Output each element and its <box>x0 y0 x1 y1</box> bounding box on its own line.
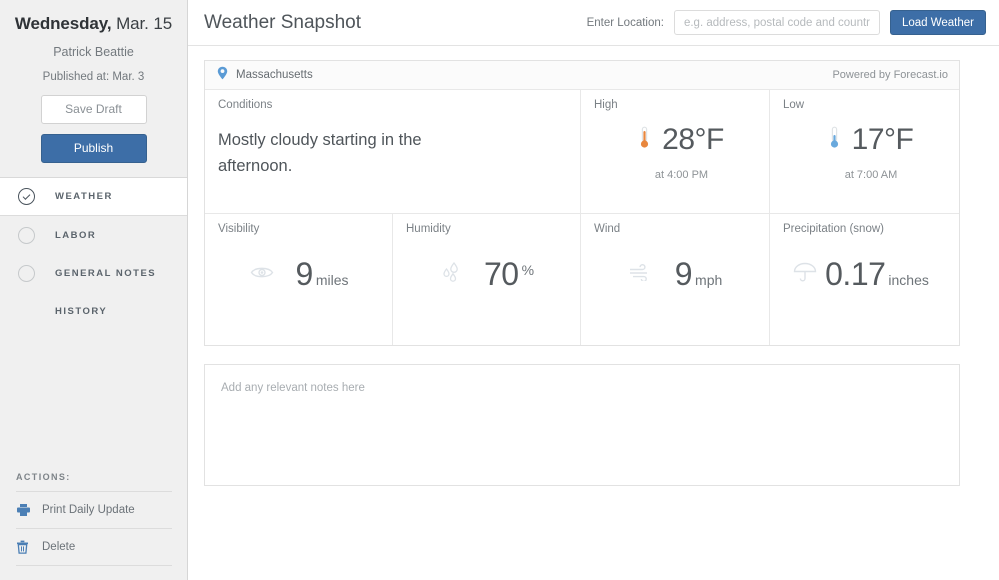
wind-label: Wind <box>594 223 621 235</box>
sidebar: Wednesday, Mar. 15 Patrick Beattie Publi… <box>0 0 188 580</box>
conditions-text: Mostly cloudy starting in the afternoon. <box>218 131 422 175</box>
wind-icon <box>629 263 653 286</box>
umbrella-icon <box>793 262 817 287</box>
sidebar-item-label: WEATHER <box>55 191 113 202</box>
wind-cell: Wind 9 mph <box>581 214 770 345</box>
document-date-weekday: Wednesday, <box>14 14 112 33</box>
wind-value: 9 <box>674 256 693 292</box>
document-published-at: Published at: Mar. 3 <box>42 71 145 83</box>
location-input[interactable] <box>673 10 880 35</box>
visibility-cell: Visibility 9 miles <box>205 214 393 345</box>
document-author: Patrick Beattie <box>53 45 134 59</box>
circle-icon <box>18 264 35 282</box>
high-temperature-cell: High 28°F at 4:00 PM <box>581 90 770 213</box>
droplets-icon <box>440 261 462 288</box>
main-content: Weather Snapshot Enter Location: Load We… <box>188 0 999 580</box>
sidebar-item-label: GENERAL NOTES <box>55 267 157 279</box>
conditions-cell: Conditions Mostly cloudy starting in the… <box>205 90 581 213</box>
sidebar-item-weather[interactable]: WEATHER <box>0 178 187 216</box>
print-daily-update-action[interactable]: Print Daily Update <box>16 492 172 529</box>
eye-icon <box>250 265 274 285</box>
sidebar-nav: WEATHER LABOR GENERAL NOTES HISTORY <box>0 178 187 330</box>
actions-title: ACTIONS: <box>16 472 172 492</box>
thermometer-hot-icon <box>639 126 650 155</box>
high-temperature-time: at 4:00 PM <box>654 169 709 181</box>
visibility-label: Visibility <box>218 223 260 235</box>
app-root: Wednesday, Mar. 15 Patrick Beattie Publi… <box>0 0 999 580</box>
wind-unit: mph <box>695 272 723 288</box>
visibility-value: 9 <box>295 256 314 292</box>
high-temperature-value: 28°F <box>662 123 724 156</box>
sidebar-actions: ACTIONS: Print Daily Update Delete <box>0 472 188 566</box>
weather-row-primary: Conditions Mostly cloudy starting in the… <box>205 90 959 214</box>
location-label: Enter Location: <box>586 16 664 29</box>
page-heading: Weather Snapshot <box>204 11 362 33</box>
action-label: Delete <box>42 541 76 553</box>
conditions-label: Conditions <box>218 99 273 111</box>
location-pin-icon <box>217 66 228 85</box>
high-label: High <box>594 99 618 111</box>
humidity-cell: Humidity 70 % <box>393 214 581 345</box>
weather-card: Massachusetts Powered by Forecast.io Con… <box>204 60 960 346</box>
powered-by-label: Powered by Forecast.io <box>832 69 948 81</box>
thermometer-cold-icon <box>829 126 840 155</box>
notes-textarea[interactable] <box>204 364 960 486</box>
weather-card-header: Massachusetts Powered by Forecast.io <box>205 61 959 90</box>
precipitation-cell: Precipitation (snow) 0.17 inches <box>770 214 959 345</box>
sidebar-item-labor[interactable]: LABOR <box>0 216 187 254</box>
publish-button[interactable]: Publish <box>40 134 147 163</box>
low-temperature-value: 17°F <box>851 123 914 156</box>
low-temperature-cell: Low 17°F at 7:00 AM <box>770 90 959 213</box>
save-draft-button[interactable]: Save Draft <box>40 95 147 124</box>
low-temperature-time: at 7:00 AM <box>844 169 898 181</box>
action-label: Print Daily Update <box>42 504 135 516</box>
sidebar-item-general-notes[interactable]: GENERAL NOTES <box>0 254 187 292</box>
check-circle-icon <box>18 188 35 205</box>
precipitation-value: 0.17 <box>825 256 886 292</box>
location-controls: Enter Location: Load Weather <box>587 10 986 35</box>
sidebar-item-label: HISTORY <box>55 305 108 317</box>
humidity-value: 70 <box>483 256 519 292</box>
load-weather-button[interactable]: Load Weather <box>889 10 986 35</box>
page-title: Wednesday, Mar. 15 <box>14 8 173 36</box>
humidity-label: Humidity <box>406 223 451 235</box>
printer-icon <box>16 503 38 517</box>
sidebar-header: Wednesday, Mar. 15 Patrick Beattie Publi… <box>0 0 187 178</box>
circle-icon <box>18 226 35 244</box>
low-label: Low <box>783 99 805 111</box>
weather-row-secondary: Visibility 9 miles Humidity 70 % Wind 9 … <box>205 214 959 345</box>
weather-location: Massachusetts <box>236 69 313 81</box>
visibility-unit: miles <box>315 272 349 288</box>
trash-icon <box>16 540 38 554</box>
precipitation-label: Precipitation (snow) <box>783 223 884 235</box>
sidebar-item-history[interactable]: HISTORY <box>0 292 187 330</box>
sidebar-item-label: LABOR <box>55 229 97 241</box>
content-area: Massachusetts Powered by Forecast.io Con… <box>188 46 999 491</box>
precipitation-unit: inches <box>888 272 929 288</box>
top-bar: Weather Snapshot Enter Location: Load We… <box>188 0 999 46</box>
document-date-rest: Mar. 15 <box>116 14 173 33</box>
delete-action[interactable]: Delete <box>16 529 172 566</box>
humidity-unit: % <box>521 262 535 278</box>
